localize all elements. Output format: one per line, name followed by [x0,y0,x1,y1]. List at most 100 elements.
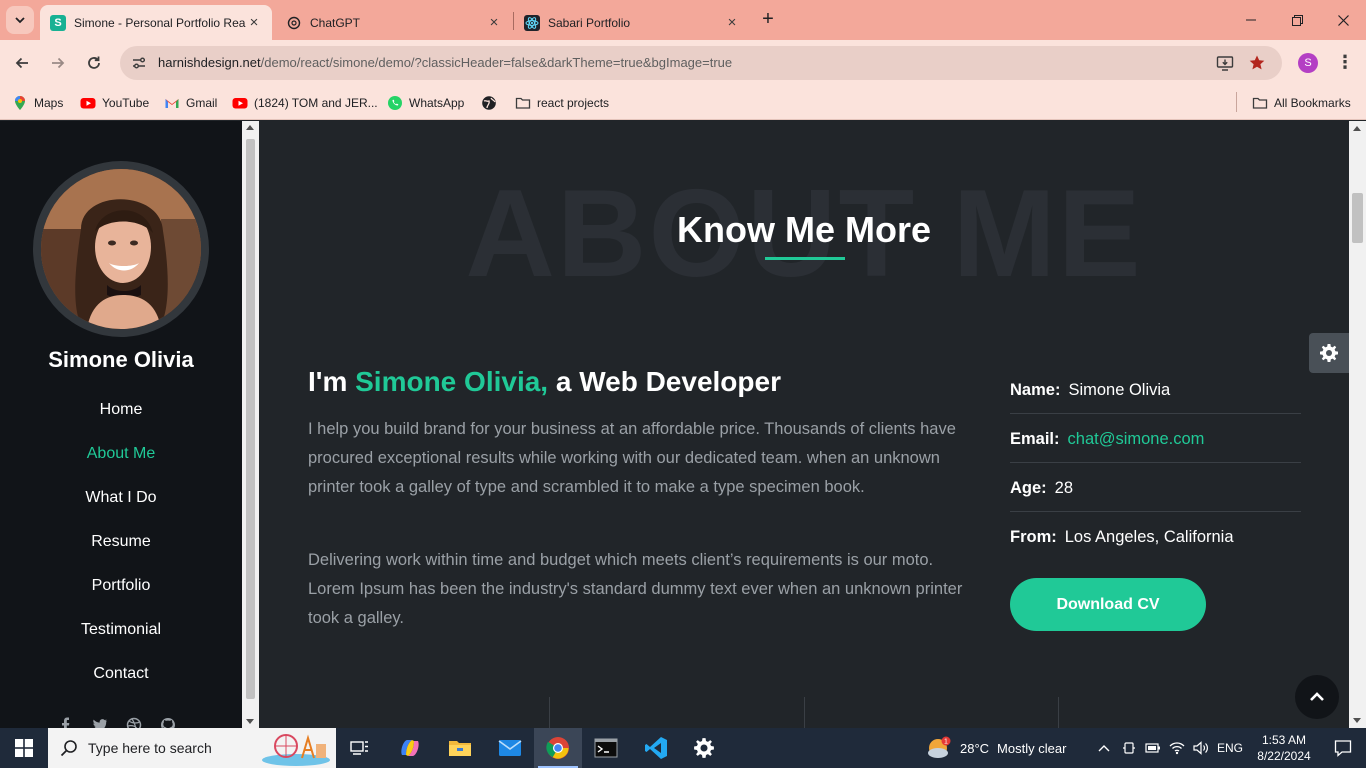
terminal-app[interactable] [582,728,630,768]
bookmarks-bar: Maps YouTube Gmail (1824) TOM and JER...… [0,86,1366,120]
sidebar-item-portfolio[interactable]: Portfolio [0,575,242,619]
bookmark-label: WhatsApp [409,96,465,110]
bookmark-label: (1824) TOM and JER... [254,96,378,110]
sidebar-item-about-me[interactable]: About Me [0,443,242,487]
tray-item[interactable] [1190,728,1212,768]
copilot-app[interactable] [386,728,434,768]
page-viewport: Simone Olivia Home About Me What I Do Re… [0,121,1366,728]
close-tab-icon[interactable]: × [486,14,502,31]
file-explorer-app[interactable] [436,728,484,768]
vscode-app[interactable] [632,728,680,768]
weather-description: Mostly clear [997,740,1067,756]
tray-item[interactable] [1118,728,1140,768]
reload-button[interactable] [80,49,108,77]
sidebar-item-resume[interactable]: Resume [0,531,242,575]
download-cv-button[interactable]: Download CV [1010,578,1206,631]
sidebar-item-what-i-do[interactable]: What I Do [0,487,242,531]
input-language[interactable]: ENG [1214,728,1246,768]
personal-info-list: Name: Simone Olivia Email: chat@simone.c… [1010,365,1301,561]
wifi-icon [1169,742,1185,755]
task-view-icon [350,741,368,755]
new-tab-button[interactable]: + [758,9,778,30]
tab-sabari-portfolio[interactable]: Sabari Portfolio × [514,5,750,40]
close-window-button[interactable] [1320,0,1366,40]
task-view-button[interactable] [336,728,384,768]
settings-app[interactable] [680,728,728,768]
bookmarks-separator [1236,92,1237,112]
back-to-top-button[interactable] [1295,675,1339,719]
title-underline [765,257,845,260]
weather-widget[interactable]: 1 28°C Mostly clear [926,728,1066,768]
close-tab-icon[interactable]: × [724,14,740,31]
info-row-age: Age: 28 [1010,463,1301,512]
page-scrollbar[interactable] [1349,121,1366,728]
browser-menu-icon[interactable]: ⋮ [1336,52,1354,74]
bookmark-maps[interactable]: Maps [12,93,63,113]
mail-app[interactable] [486,728,534,768]
bookmark-globe[interactable] [481,93,503,113]
bookmark-tom-and-jerry[interactable]: (1824) TOM and JER... [232,93,378,113]
info-key: Age: [1010,478,1047,497]
site-info-icon[interactable] [130,54,148,72]
install-app-icon[interactable] [1216,54,1234,72]
scroll-down-arrow-icon[interactable] [1353,718,1361,723]
facebook-icon[interactable] [58,717,74,728]
system-clock[interactable]: 1:53 AM 8/22/2024 [1250,732,1318,764]
sidebar-scrollbar[interactable] [242,121,259,728]
close-tab-icon[interactable]: × [246,14,262,31]
tab-simone[interactable]: S Simone - Personal Portfolio Rea × [40,5,272,40]
forward-button[interactable] [44,49,72,77]
all-bookmarks[interactable]: All Bookmarks [1252,93,1351,113]
scroll-up-arrow-icon[interactable] [1353,126,1361,131]
chevron-up-icon [1098,745,1110,752]
sidebar-item-contact[interactable]: Contact [0,663,242,707]
notification-icon [1334,740,1352,757]
tab-search-button[interactable] [6,6,34,34]
back-button[interactable] [8,49,36,77]
scroll-down-arrow-icon[interactable] [246,719,254,724]
chevron-up-icon [1310,692,1324,701]
tab-title: Simone - Personal Portfolio Rea [74,15,246,30]
bookmark-star-icon[interactable] [1248,54,1266,72]
tray-item[interactable] [1166,728,1188,768]
tab-chatgpt[interactable]: ChatGPT × [276,5,512,40]
sidebar-item-home[interactable]: Home [0,399,242,443]
windows-taskbar: Type here to search 1 28°C Mostly clear … [0,728,1366,768]
intro-name: Simone Olivia, [355,366,549,397]
restore-icon [1291,14,1303,26]
minimize-button[interactable] [1228,0,1274,40]
github-icon[interactable] [160,717,176,728]
notification-center-button[interactable] [1320,728,1366,768]
theme-settings-button[interactable] [1309,333,1349,373]
start-button[interactable] [0,728,48,768]
restore-button[interactable] [1274,0,1320,40]
bookmark-gmail[interactable]: Gmail [164,93,217,113]
bookmark-label: All Bookmarks [1274,96,1351,110]
bookmark-react-projects[interactable]: react projects [515,93,609,113]
bookmark-label: Gmail [186,96,218,110]
youtube-icon [232,95,248,111]
simone-favicon-icon: S [50,14,66,31]
show-hidden-icons-button[interactable] [1094,728,1114,768]
terminal-icon [594,738,618,758]
scroll-up-arrow-icon[interactable] [246,125,254,130]
bookmark-youtube[interactable]: YouTube [80,93,149,113]
sidebar-item-testimonial[interactable]: Testimonial [0,619,242,663]
bookmark-whatsapp[interactable]: WhatsApp [387,93,464,113]
dribbble-icon[interactable] [126,717,142,728]
profile-avatar[interactable]: S [1298,53,1318,73]
folder-icon [515,95,531,111]
tray-item[interactable] [1142,728,1164,768]
vscode-icon [645,737,667,759]
twitter-icon[interactable] [92,717,108,728]
tab-title: ChatGPT [310,15,361,30]
scrollbar-thumb[interactable] [246,139,255,699]
gear-icon [1320,344,1338,362]
email-link[interactable]: chat@simone.com [1068,430,1205,449]
scrollbar-thumb[interactable] [1352,193,1363,243]
chrome-app[interactable] [534,728,582,768]
address-bar[interactable]: harnishdesign.net/demo/react/simone/demo… [120,46,1282,80]
forward-arrow-icon [52,57,65,69]
taskbar-search[interactable]: Type here to search [48,728,336,768]
url-path: /demo/react/simone/demo/?classicHeader=f… [260,55,733,70]
